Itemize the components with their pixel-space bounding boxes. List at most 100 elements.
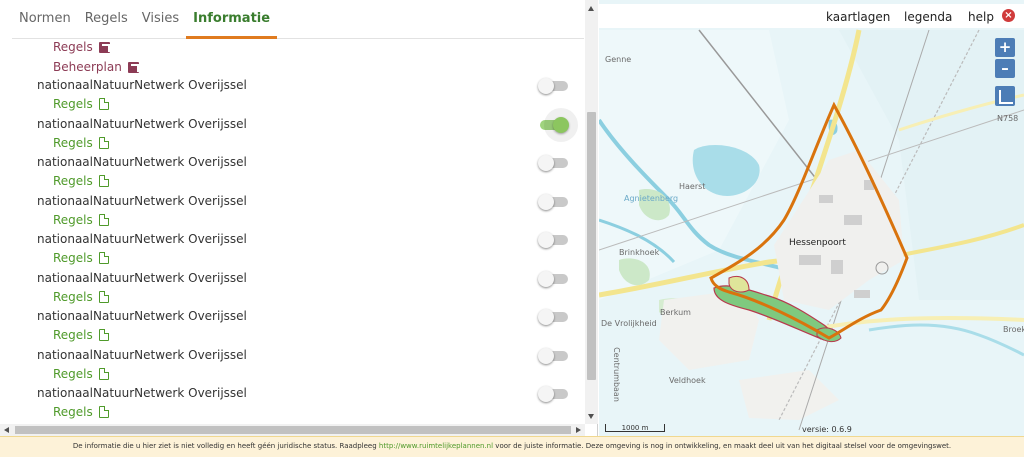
map-label-veldhoek: Veldhoek [669, 376, 706, 385]
toggle-knob[interactable] [538, 78, 554, 94]
scale-bar: 1000 m [605, 424, 665, 432]
tab-normen[interactable]: Normen [12, 3, 78, 39]
footer-text-after: voor de juiste informatie. Deze omgeving… [493, 442, 952, 450]
layer-toggle[interactable] [538, 155, 568, 171]
toggle-knob[interactable] [538, 270, 554, 287]
disclaimer-footer: De informatie die u hier ziet is niet vo… [0, 436, 1024, 457]
scroll-down-icon[interactable] [588, 414, 594, 419]
map-view[interactable]: kaartlagen legenda help × + – Genne N758… [599, 0, 1024, 436]
toggle-knob[interactable] [538, 386, 554, 402]
item-title: nationaalNatuurNetwerk Overijssel [37, 270, 247, 285]
layer-toggle[interactable] [538, 232, 568, 248]
beheerplan-link[interactable]: Beheerplan [53, 60, 139, 74]
item-title: nationaalNatuurNetwerk Overijssel [37, 232, 247, 246]
toggle-knob[interactable] [553, 116, 569, 133]
legenda-menu[interactable]: legenda [904, 10, 952, 24]
map-label-brinkhoek: Brinkhoek [619, 248, 660, 257]
toggle-knob[interactable] [538, 193, 554, 210]
map-label-vrolijkheid: De Vrolijkheid [601, 319, 657, 328]
layer-toggle[interactable] [538, 386, 568, 402]
beheerplan-link-label: Beheerplan [53, 60, 122, 74]
regels-link-label: Regels [53, 40, 93, 54]
tab-visies[interactable]: Visies [135, 3, 186, 39]
scroll-up-icon[interactable] [588, 6, 594, 11]
external-link-icon [127, 61, 139, 73]
item-title: nationaalNatuurNetwerk Overijssel [37, 78, 247, 92]
map-label-agnietenberg: Agnietenberg [624, 194, 679, 203]
item-title: nationaalNatuurNetwerk Overijssel [37, 193, 247, 208]
help-menu[interactable]: help [968, 10, 994, 24]
zoom-in-button[interactable]: + [995, 38, 1015, 57]
regels-doc-label: Regels [53, 405, 93, 419]
document-icon [98, 252, 109, 264]
regels-doc-link[interactable]: Regels [53, 328, 109, 342]
document-icon [98, 406, 109, 418]
map-label-n758: N758 [997, 114, 1019, 123]
regels-doc-link[interactable]: Regels [53, 213, 109, 227]
layer-toggle[interactable] [538, 347, 568, 364]
regels-doc-label: Regels [53, 97, 93, 111]
layer-toggle[interactable] [538, 309, 568, 325]
toggle-knob[interactable] [538, 309, 554, 325]
layer-toggle[interactable] [540, 116, 569, 133]
horizontal-scrollbar[interactable] [0, 424, 585, 436]
map-menu-bar: kaartlagen legenda help [599, 4, 1024, 28]
regels-doc-label: Regels [53, 328, 93, 342]
toggle-knob[interactable] [538, 155, 554, 171]
regels-doc-label: Regels [53, 135, 93, 150]
info-panel: Normen Regels Visies Informatie Regels B… [0, 0, 598, 436]
document-icon [98, 98, 109, 110]
kaartlagen-menu[interactable]: kaartlagen [826, 10, 890, 24]
regels-doc-link[interactable]: Regels [53, 405, 109, 419]
version-label: versie: 0.6.9 [802, 425, 852, 434]
scrollbar-thumb[interactable] [15, 426, 571, 434]
toggle-knob[interactable] [538, 232, 554, 248]
item-title: nationaalNatuurNetwerk Overijssel [37, 386, 247, 400]
regels-doc-label: Regels [53, 251, 93, 265]
toggle-knob[interactable] [538, 347, 554, 364]
regels-link[interactable]: Regels [53, 40, 110, 54]
map-label-broekh: Broekh [1003, 325, 1024, 334]
regels-doc-label: Regels [53, 289, 93, 304]
item-title: nationaalNatuurNetwerk Overijssel [37, 309, 247, 323]
regels-doc-link[interactable]: Regels [53, 367, 109, 381]
regels-doc-label: Regels [53, 366, 93, 381]
regels-doc-link[interactable]: Regels [53, 290, 109, 304]
document-icon [98, 213, 109, 226]
document-icon [98, 329, 109, 341]
map-label-haerst: Haerst [679, 182, 706, 191]
regels-doc-link[interactable]: Regels [53, 174, 109, 188]
document-icon [98, 290, 109, 303]
map-label-hessenpoort: Hessenpoort [789, 238, 846, 248]
scrollbar-thumb[interactable] [587, 112, 596, 380]
tab-bar: Normen Regels Visies Informatie [12, 3, 584, 39]
vertical-scrollbar[interactable] [585, 0, 598, 424]
map-label-centrumbaan: Centrumbaan [611, 347, 621, 402]
regels-doc-link[interactable]: Regels [53, 97, 109, 111]
tab-regels[interactable]: Regels [78, 3, 135, 39]
document-icon [98, 136, 109, 149]
item-title: nationaalNatuurNetwerk Overijssel [37, 116, 247, 131]
item-title: nationaalNatuurNetwerk Overijssel [37, 347, 247, 362]
layer-toggle[interactable] [538, 193, 568, 210]
info-list: Regels Beheerplan nationaalNatuurNetwerk… [0, 40, 585, 424]
footer-text-before: De informatie die u hier ziet is niet vo… [72, 442, 379, 450]
zoom-out-button[interactable]: – [995, 59, 1015, 78]
layer-toggle[interactable] [538, 78, 568, 94]
map-label-genne: Genne [605, 55, 632, 64]
external-link-icon [98, 41, 110, 53]
document-icon [98, 175, 109, 187]
map-canvas[interactable] [599, 0, 1024, 436]
ruimtelijkeplannen-link[interactable]: http://www.ruimtelijkeplannen.nl [379, 442, 493, 450]
document-icon [98, 367, 109, 380]
close-icon[interactable]: × [1002, 9, 1015, 22]
regels-doc-link[interactable]: Regels [53, 136, 109, 150]
regels-doc-link[interactable]: Regels [53, 251, 109, 265]
layer-toggle[interactable] [538, 270, 568, 287]
measure-icon[interactable] [995, 86, 1015, 106]
scroll-right-icon[interactable] [576, 427, 581, 433]
scroll-left-icon[interactable] [4, 427, 9, 433]
map-label-berkum: Berkum [660, 308, 691, 317]
tab-informatie[interactable]: Informatie [186, 3, 278, 39]
regels-doc-label: Regels [53, 212, 93, 227]
